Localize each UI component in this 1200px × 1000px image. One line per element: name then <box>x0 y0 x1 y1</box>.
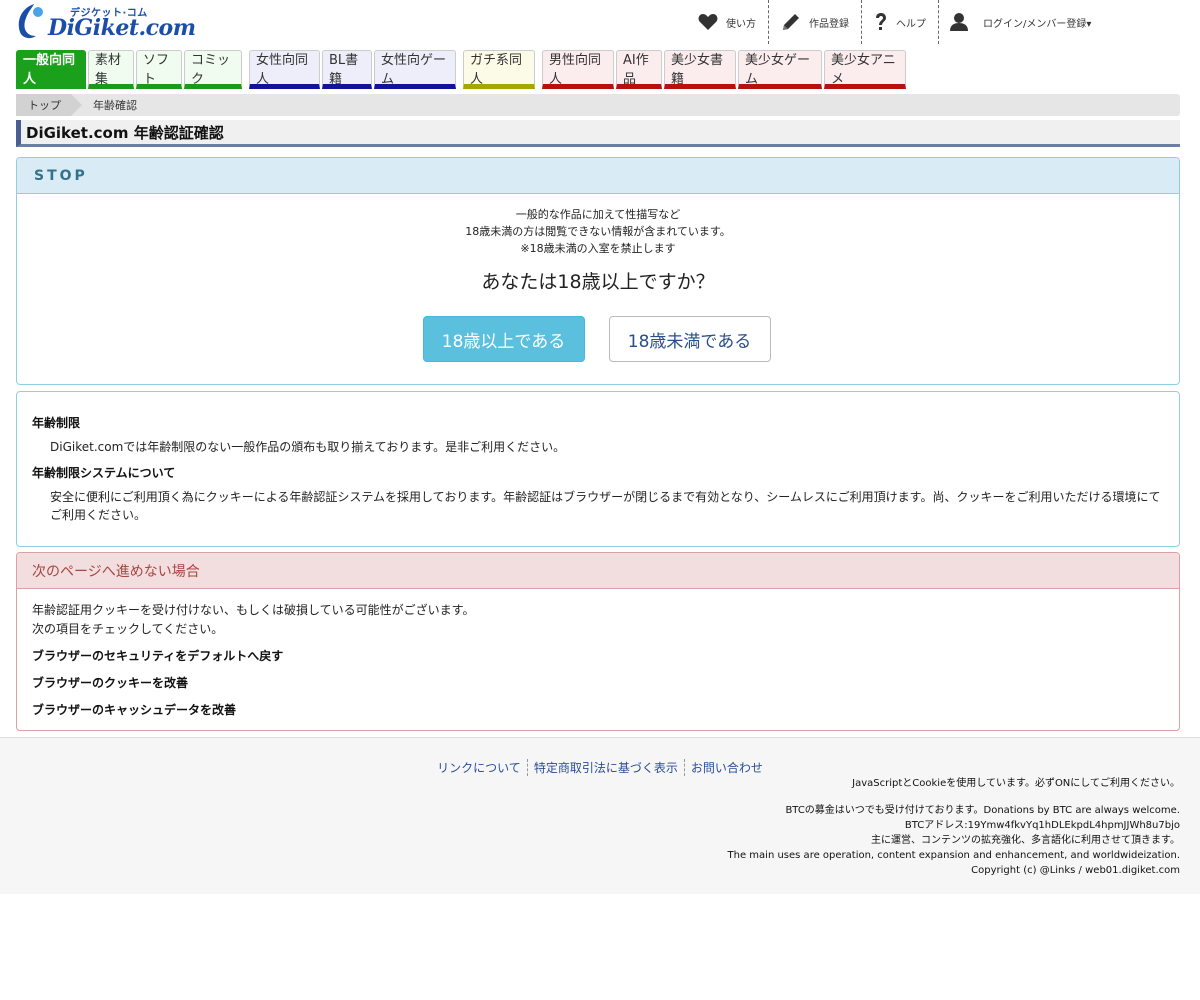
troubleshooting-body: 年齢認証用クッキーを受け付けない、もしくは破損している可能性がございます。 次の… <box>17 589 1179 720</box>
tab-female-games[interactable]: 女性向ゲーム <box>374 50 456 89</box>
age-question: あなたは18歳以上ですか？ <box>481 271 715 293</box>
tab-bl-books[interactable]: BL書籍 <box>322 50 372 89</box>
page-title: DiGiket.com 年齢認証確認 <box>16 120 1180 147</box>
nav-label: ヘルプ <box>896 18 926 30</box>
footer-link-about-links[interactable]: リンクについて <box>431 759 527 776</box>
nav-submit-work[interactable]: 作品登録 <box>768 0 861 44</box>
troubleshooting-panel: 次のページへ進めない場合 年齢認証用クッキーを受け付けない、もしくは破損している… <box>16 552 1180 731</box>
top-navigation: 使い方 作品登録 ヘルプ ログイン/メンバー登録▾ <box>686 0 1103 44</box>
troubleshooting-item: ブラウザーのキャッシュデータを改善 <box>32 703 237 717</box>
copyright: Copyright (c) @Links / web01.digiket.com <box>971 865 1180 876</box>
tab-materials[interactable]: 素材集 <box>88 50 134 89</box>
tab-bishoujo-anime[interactable]: 美少女アニメ <box>824 50 906 89</box>
site-footer: リンクについて 特定商取引法に基づく表示 お問い合わせ JavaScriptとC… <box>0 737 1200 894</box>
breadcrumb-top-link[interactable]: トップ <box>16 94 82 116</box>
nav-help[interactable]: ヘルプ <box>861 0 938 44</box>
logo-swoosh-icon <box>18 4 43 39</box>
troubleshooting-text: 次の項目をチェックしてください。 <box>32 622 224 636</box>
tab-gachi-doujin[interactable]: ガチ系同人 <box>463 50 535 89</box>
tab-male-doujin[interactable]: 男性向同人 <box>542 50 614 89</box>
troubleshooting-heading: 次のページへ進めない場合 <box>17 553 1179 589</box>
over-18-button[interactable]: 18歳以上である <box>422 316 585 362</box>
heart-icon <box>698 14 718 30</box>
category-tabs: 一般向同人 素材集 ソフト コミック 女性向同人 BL書籍 女性向ゲーム ガチ系… <box>16 50 908 90</box>
btc-usage-en: The main uses are operation, content exp… <box>727 850 1180 861</box>
nav-login-register[interactable]: ログイン/メンバー登録▾ <box>938 0 1103 44</box>
footer-link-contact[interactable]: お問い合わせ <box>683 759 769 776</box>
tab-bishoujo-books[interactable]: 美少女書籍 <box>664 50 736 89</box>
troubleshooting-item: ブラウザーのセキュリティをデフォルトへ戻す <box>32 649 284 663</box>
question-icon <box>876 13 886 30</box>
site-logo[interactable]: デジケット·コム DiGiket.com <box>14 0 196 44</box>
nav-label: 作品登録 <box>809 18 849 30</box>
btc-usage-jp: 主に運営、コンテンツの拡充強化、多言語化に利用させて頂きます。 <box>871 835 1180 846</box>
info-text-age-limit: DiGiket.comでは年齢制限のない一般作品の頒布も取り揃えております。是非… <box>50 440 566 454</box>
nav-how-to-use[interactable]: 使い方 <box>686 0 768 44</box>
stop-body: 一般的な作品に加えて性描写など 18歳未満の方は閲覧できない情報が含まれています… <box>17 194 1179 362</box>
footer-links: リンクについて 特定商取引法に基づく表示 お問い合わせ <box>0 759 1200 776</box>
under-18-button[interactable]: 18歳未満である <box>608 316 771 362</box>
js-cookie-note: JavaScriptとCookieを使用しています。必ずONにしてご利用ください… <box>852 778 1180 789</box>
age-buttons: 18歳以上である 18歳未満である <box>17 316 1179 362</box>
tab-ai-works[interactable]: AI作品 <box>616 50 662 89</box>
footer-link-commerce-law[interactable]: 特定商取引法に基づく表示 <box>526 759 684 776</box>
info-text-system: 安全に便利にご利用頂く為にクッキーによる年齢認証システムを採用しております。年齢… <box>50 490 1161 522</box>
breadcrumb: トップ 年齢確認 <box>16 94 1180 116</box>
btc-address: BTCアドレス:19Ymw4fkvYq1hDLEkpdL4hpmJJWh8u7b… <box>904 820 1180 831</box>
age-check-panel: STOP 一般的な作品に加えて性描写など 18歳未満の方は閲覧できない情報が含ま… <box>16 157 1180 385</box>
tab-general-doujin[interactable]: 一般向同人 <box>16 50 86 89</box>
tab-software[interactable]: ソフト <box>136 50 182 89</box>
footer-notes: JavaScriptとCookieを使用しています。必ずONにしてご利用ください… <box>728 776 1180 878</box>
btc-note: BTCの募金はいつでも受け付けております。Donations by BTC ar… <box>785 805 1180 816</box>
nav-label: 使い方 <box>726 18 756 30</box>
site-header: デジケット·コム DiGiket.com 使い方 作品登録 ヘルプ ログイン/メ… <box>0 0 1200 46</box>
tab-bishoujo-games[interactable]: 美少女ゲーム <box>738 50 822 89</box>
troubleshooting-item: ブラウザーのクッキーを改善 <box>32 676 189 690</box>
stop-text-line: 18歳未満の方は閲覧できない情報が含まれています。 <box>465 225 731 238</box>
stop-text-line: 一般的な作品に加えて性描写など <box>515 208 681 221</box>
logo-text: DiGiket.com <box>48 15 196 41</box>
user-icon <box>950 13 968 31</box>
troubleshooting-text: 年齢認証用クッキーを受け付けない、もしくは破損している可能性がございます。 <box>32 603 475 617</box>
stop-text-line: ※18歳未満の入室を禁止します <box>520 242 676 255</box>
tab-female-doujin[interactable]: 女性向同人 <box>249 50 320 89</box>
info-heading-age-limit: 年齢制限 <box>32 416 81 430</box>
nav-label: ログイン/メンバー登録▾ <box>983 18 1092 30</box>
age-restriction-info-panel: 年齢制限 DiGiket.comでは年齢制限のない一般作品の頒布も取り揃えており… <box>16 391 1180 547</box>
pencil-icon <box>783 14 799 30</box>
info-heading-system: 年齢制限システムについて <box>32 466 176 480</box>
tab-comic[interactable]: コミック <box>184 50 242 89</box>
stop-heading: STOP <box>17 158 1179 194</box>
